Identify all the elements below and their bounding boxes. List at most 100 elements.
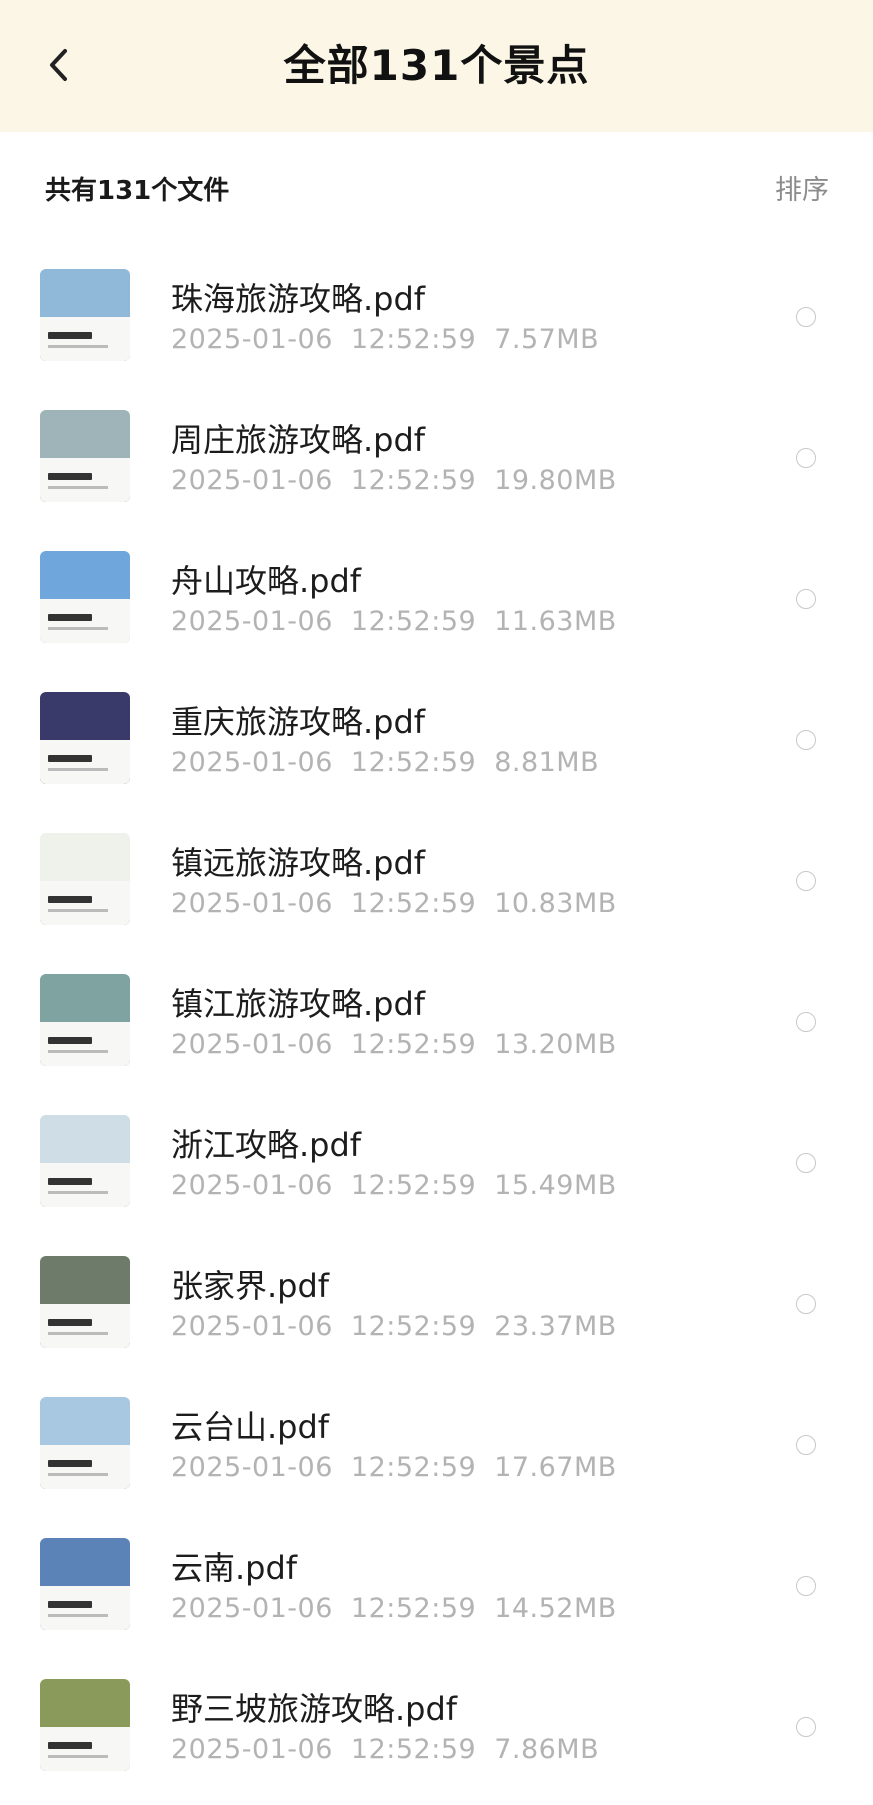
thumbnail-title-mark <box>48 1601 92 1608</box>
file-name: 镇江旅游攻略.pdf <box>171 985 426 1023</box>
file-meta: 2025-01-06 12:52:59 8.81MB <box>171 747 599 778</box>
thumbnail-subtitle-mark <box>48 1191 108 1194</box>
file-meta: 2025-01-06 12:52:59 15.49MB <box>171 1170 617 1201</box>
thumbnail-title-mark <box>48 332 92 339</box>
file-size: 8.81MB <box>494 747 600 778</box>
thumbnail-title-mark <box>48 1037 92 1044</box>
file-size: 11.63MB <box>494 606 617 637</box>
sort-button[interactable]: 排序 <box>775 168 829 207</box>
pdf-thumbnail <box>40 974 130 1066</box>
file-meta: 2025-01-06 12:52:59 11.63MB <box>171 606 617 637</box>
thumbnail-image <box>40 692 130 743</box>
file-list-item[interactable]: 野三坡旅游攻略.pdf 2025-01-06 12:52:59 7.86MB <box>0 1664 873 1805</box>
file-time: 12:52:59 <box>350 888 477 919</box>
thumbnail-title-mark <box>48 755 92 762</box>
file-size: 7.86MB <box>494 1734 600 1765</box>
thumbnail-image <box>40 1397 130 1448</box>
thumbnail-subtitle-mark <box>48 1473 108 1476</box>
file-date: 2025-01-06 <box>171 465 333 496</box>
pdf-thumbnail <box>40 1679 130 1771</box>
file-name: 浙江攻略.pdf <box>171 1126 362 1164</box>
file-date: 2025-01-06 <box>171 1029 333 1060</box>
file-time: 12:52:59 <box>350 1734 477 1765</box>
file-time: 12:52:59 <box>350 1452 477 1483</box>
thumbnail-subtitle-mark <box>48 345 108 348</box>
file-size: 17.67MB <box>494 1452 617 1483</box>
file-size: 23.37MB <box>494 1311 617 1342</box>
thumbnail-subtitle-mark <box>48 627 108 630</box>
select-radio[interactable] <box>796 307 816 327</box>
pdf-thumbnail <box>40 692 130 784</box>
list-toolbar: 共有131个文件 排序 <box>0 132 873 242</box>
thumbnail-image <box>40 410 130 461</box>
file-name: 镇远旅游攻略.pdf <box>171 844 426 882</box>
file-date: 2025-01-06 <box>171 1452 333 1483</box>
file-time: 12:52:59 <box>350 1593 477 1624</box>
file-date: 2025-01-06 <box>171 888 333 919</box>
file-meta: 2025-01-06 12:52:59 14.52MB <box>171 1593 617 1624</box>
select-radio[interactable] <box>796 1294 816 1314</box>
select-radio[interactable] <box>796 1576 816 1596</box>
thumbnail-subtitle-mark <box>48 909 108 912</box>
file-time: 12:52:59 <box>350 465 477 496</box>
file-list-item[interactable]: 重庆旅游攻略.pdf 2025-01-06 12:52:59 8.81MB <box>0 677 873 818</box>
thumbnail-title-mark <box>48 1742 92 1749</box>
pdf-thumbnail <box>40 410 130 502</box>
select-radio[interactable] <box>796 730 816 750</box>
select-radio[interactable] <box>796 589 816 609</box>
thumbnail-subtitle-mark <box>48 1050 108 1053</box>
select-radio[interactable] <box>796 1717 816 1737</box>
thumbnail-title-mark <box>48 896 92 903</box>
select-radio[interactable] <box>796 1153 816 1173</box>
file-time: 12:52:59 <box>350 1311 477 1342</box>
file-size: 7.57MB <box>494 324 600 355</box>
thumbnail-subtitle-mark <box>48 1332 108 1335</box>
file-name: 周庄旅游攻略.pdf <box>171 421 426 459</box>
file-size: 15.49MB <box>494 1170 617 1201</box>
thumbnail-image <box>40 974 130 1025</box>
thumbnail-subtitle-mark <box>48 1755 108 1758</box>
file-size: 19.80MB <box>494 465 617 496</box>
thumbnail-subtitle-mark <box>48 1614 108 1617</box>
file-date: 2025-01-06 <box>171 606 333 637</box>
select-radio[interactable] <box>796 448 816 468</box>
select-radio[interactable] <box>796 1012 816 1032</box>
file-count-label: 共有131个文件 <box>45 176 230 206</box>
file-name: 重庆旅游攻略.pdf <box>171 703 426 741</box>
file-date: 2025-01-06 <box>171 747 333 778</box>
file-time: 12:52:59 <box>350 747 477 778</box>
file-list-item[interactable]: 云南.pdf 2025-01-06 12:52:59 14.52MB <box>0 1523 873 1664</box>
file-size: 10.83MB <box>494 888 617 919</box>
thumbnail-image <box>40 1538 130 1589</box>
thumbnail-image <box>40 1115 130 1166</box>
thumbnail-image <box>40 269 130 320</box>
file-date: 2025-01-06 <box>171 1593 333 1624</box>
file-size: 14.52MB <box>494 1593 617 1624</box>
file-list-item[interactable]: 舟山攻略.pdf 2025-01-06 12:52:59 11.63MB <box>0 536 873 677</box>
select-radio[interactable] <box>796 871 816 891</box>
file-meta: 2025-01-06 12:52:59 7.86MB <box>171 1734 599 1765</box>
thumbnail-title-mark <box>48 1460 92 1467</box>
file-list-item[interactable]: 镇江旅游攻略.pdf 2025-01-06 12:52:59 13.20MB <box>0 959 873 1100</box>
file-name: 舟山攻略.pdf <box>171 562 362 600</box>
thumbnail-title-mark <box>48 1319 92 1326</box>
pdf-thumbnail <box>40 1538 130 1630</box>
select-radio[interactable] <box>796 1435 816 1455</box>
file-list-item[interactable]: 镇远旅游攻略.pdf 2025-01-06 12:52:59 10.83MB <box>0 818 873 959</box>
file-list-item[interactable]: 云台山.pdf 2025-01-06 12:52:59 17.67MB <box>0 1382 873 1523</box>
file-time: 12:52:59 <box>350 1170 477 1201</box>
file-list-item[interactable]: 周庄旅游攻略.pdf 2025-01-06 12:52:59 19.80MB <box>0 395 873 536</box>
file-list-item[interactable]: 浙江攻略.pdf 2025-01-06 12:52:59 15.49MB <box>0 1100 873 1241</box>
file-meta: 2025-01-06 12:52:59 17.67MB <box>171 1452 617 1483</box>
thumbnail-title-mark <box>48 1178 92 1185</box>
file-meta: 2025-01-06 12:52:59 23.37MB <box>171 1311 617 1342</box>
file-date: 2025-01-06 <box>171 1170 333 1201</box>
pdf-thumbnail <box>40 1256 130 1348</box>
file-name: 云南.pdf <box>171 1549 298 1587</box>
file-meta: 2025-01-06 12:52:59 13.20MB <box>171 1029 617 1060</box>
file-list-item[interactable]: 珠海旅游攻略.pdf 2025-01-06 12:52:59 7.57MB <box>0 254 873 395</box>
file-list-item[interactable]: 张家界.pdf 2025-01-06 12:52:59 23.37MB <box>0 1241 873 1382</box>
thumbnail-image <box>40 1256 130 1307</box>
thumbnail-image <box>40 833 130 884</box>
file-name: 珠海旅游攻略.pdf <box>171 280 426 318</box>
